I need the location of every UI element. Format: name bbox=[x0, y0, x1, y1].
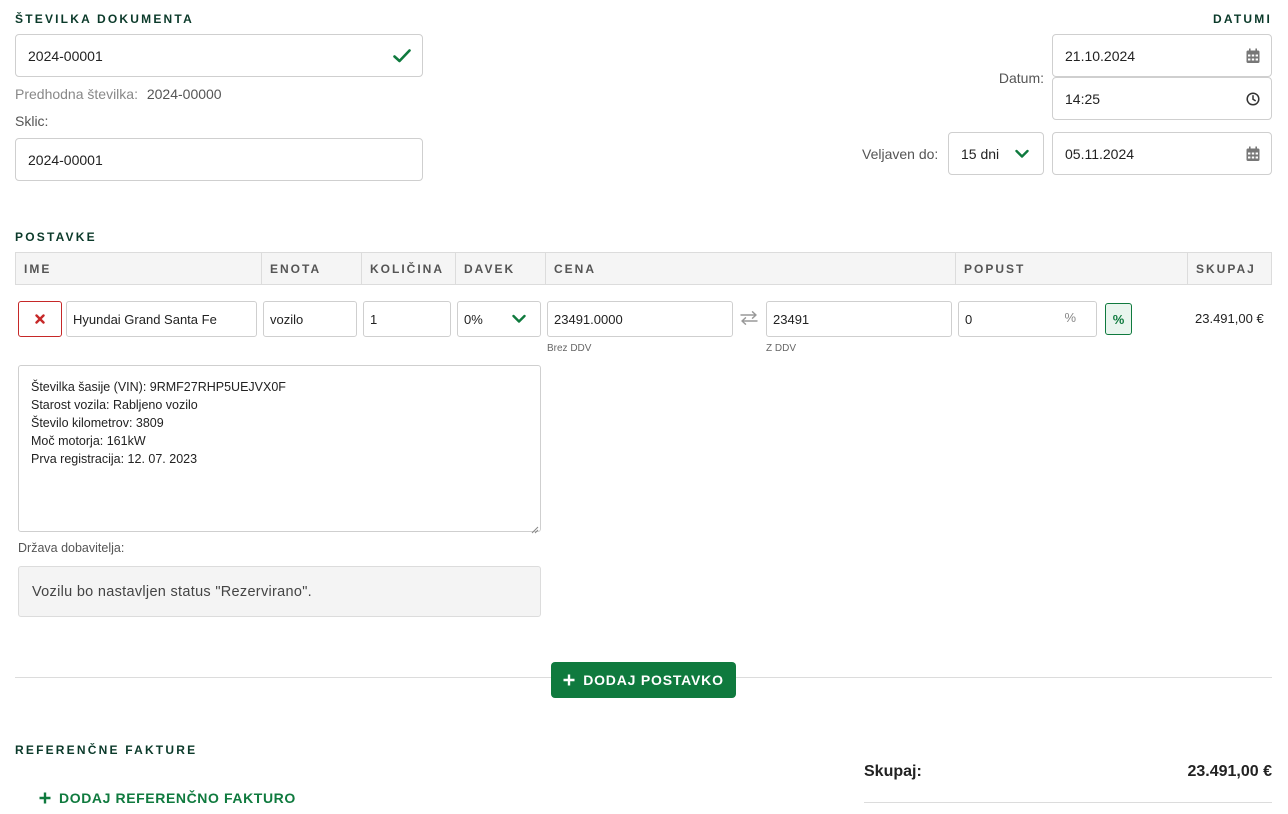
column-header-unit: ENOTA bbox=[262, 253, 362, 285]
items-table-header: IME ENOTA KOLIČINA DAVEK CENA POPUST SKU… bbox=[15, 252, 1272, 285]
item-price-gross-value: 23491 bbox=[773, 311, 810, 327]
item-name-value: Hyundai Grand Santa Fe bbox=[73, 311, 217, 327]
date-value: 21.10.2024 bbox=[1065, 47, 1136, 64]
column-header-tax: DAVEK bbox=[456, 253, 546, 285]
swap-arrows-icon[interactable] bbox=[740, 311, 758, 328]
add-item-button[interactable]: DODAJ POSTAVKO bbox=[551, 662, 736, 698]
price-gross-note: Z DDV bbox=[766, 343, 796, 354]
previous-number: Predhodna številka: 2024-00000 bbox=[15, 86, 222, 102]
valid-until-label: Veljaven do: bbox=[862, 146, 939, 162]
summary-divider bbox=[864, 802, 1272, 803]
date-input[interactable]: 21.10.2024 bbox=[1052, 34, 1272, 77]
item-price-gross-input[interactable]: 23491 bbox=[766, 301, 952, 337]
calendar-icon[interactable] bbox=[1246, 146, 1260, 161]
column-header-total: SKUPAJ bbox=[1196, 262, 1256, 276]
item-quantity-input[interactable]: 1 bbox=[363, 301, 451, 337]
vehicle-status-notice: Vozilu bo nastavljen status "Rezervirano… bbox=[18, 566, 541, 617]
discount-type-toggle[interactable]: % bbox=[1105, 303, 1132, 335]
valid-date-input[interactable]: 05.11.2024 bbox=[1052, 132, 1272, 175]
item-quantity-value: 1 bbox=[370, 311, 378, 327]
item-tax-select[interactable]: 0% bbox=[457, 301, 541, 337]
summary-total-value: 23.491,00 € bbox=[1187, 763, 1272, 780]
add-reference-invoice-label: DODAJ REFERENČNO FAKTURO bbox=[59, 790, 296, 806]
valid-days-value: 15 dni bbox=[961, 145, 1000, 162]
item-price-net-value: 23491.0000 bbox=[554, 311, 623, 327]
dates-heading: DATUMI bbox=[1213, 12, 1272, 26]
document-number-input[interactable]: 2024-00001 bbox=[15, 34, 423, 77]
reference-value: 2024-00001 bbox=[28, 151, 103, 168]
valid-days-select[interactable]: 15 dni bbox=[948, 132, 1044, 175]
remove-item-button[interactable] bbox=[18, 301, 62, 337]
item-unit-input[interactable]: vozilo bbox=[263, 301, 357, 337]
supplier-country-label: Država dobavitelja: bbox=[18, 541, 125, 555]
items-heading: POSTAVKE bbox=[15, 230, 97, 244]
close-icon bbox=[35, 311, 45, 327]
check-icon bbox=[393, 48, 411, 63]
column-header-discount: POPUST bbox=[956, 253, 1188, 285]
price-net-note: Brez DDV bbox=[547, 343, 592, 354]
column-header-price: CENA bbox=[546, 253, 956, 285]
reference-label: Sklic: bbox=[15, 113, 49, 129]
reference-invoices-heading: REFERENČNE FAKTURE bbox=[15, 743, 198, 757]
item-unit-value: vozilo bbox=[270, 311, 304, 327]
item-discount-input[interactable]: 0 % bbox=[958, 301, 1097, 337]
plus-icon bbox=[39, 792, 51, 804]
column-header-quantity: KOLIČINA bbox=[362, 253, 456, 285]
reference-input[interactable]: 2024-00001 bbox=[15, 138, 423, 181]
clock-icon[interactable] bbox=[1246, 91, 1260, 106]
time-input[interactable]: 14:25 bbox=[1052, 77, 1272, 120]
previous-number-value: 2024-00000 bbox=[146, 86, 222, 102]
item-tax-value: 0% bbox=[464, 311, 483, 327]
add-reference-invoice-link[interactable]: DODAJ REFERENČNO FAKTURO bbox=[39, 790, 296, 806]
chevron-down-icon bbox=[512, 314, 526, 324]
resize-handle[interactable] bbox=[531, 521, 539, 537]
discount-unit: % bbox=[1064, 310, 1076, 325]
date-label: Datum: bbox=[998, 70, 1044, 86]
document-number-heading: ŠTEVILKA DOKUMENTA bbox=[15, 12, 194, 26]
item-price-net-input[interactable]: 23491.0000 bbox=[547, 301, 733, 337]
column-header-name: IME bbox=[16, 253, 262, 285]
item-total: 23.491,00 € bbox=[1195, 311, 1264, 326]
calendar-icon[interactable] bbox=[1246, 48, 1260, 63]
item-name-input[interactable]: Hyundai Grand Santa Fe bbox=[66, 301, 257, 337]
valid-date-value: 05.11.2024 bbox=[1065, 145, 1135, 162]
add-item-label: DODAJ POSTAVKO bbox=[583, 672, 724, 688]
item-discount-value: 0 bbox=[965, 311, 973, 327]
previous-number-label: Predhodna številka: bbox=[15, 86, 138, 102]
document-number-value: 2024-00001 bbox=[28, 47, 103, 64]
chevron-down-icon bbox=[1015, 149, 1029, 158]
item-description-textarea[interactable]: Številka šasije (VIN): 9RMF27RHP5UEJVX0F… bbox=[18, 365, 541, 532]
summary-total-label: Skupaj: bbox=[864, 763, 922, 780]
time-value: 14:25 bbox=[1065, 90, 1101, 107]
plus-icon bbox=[563, 674, 575, 686]
